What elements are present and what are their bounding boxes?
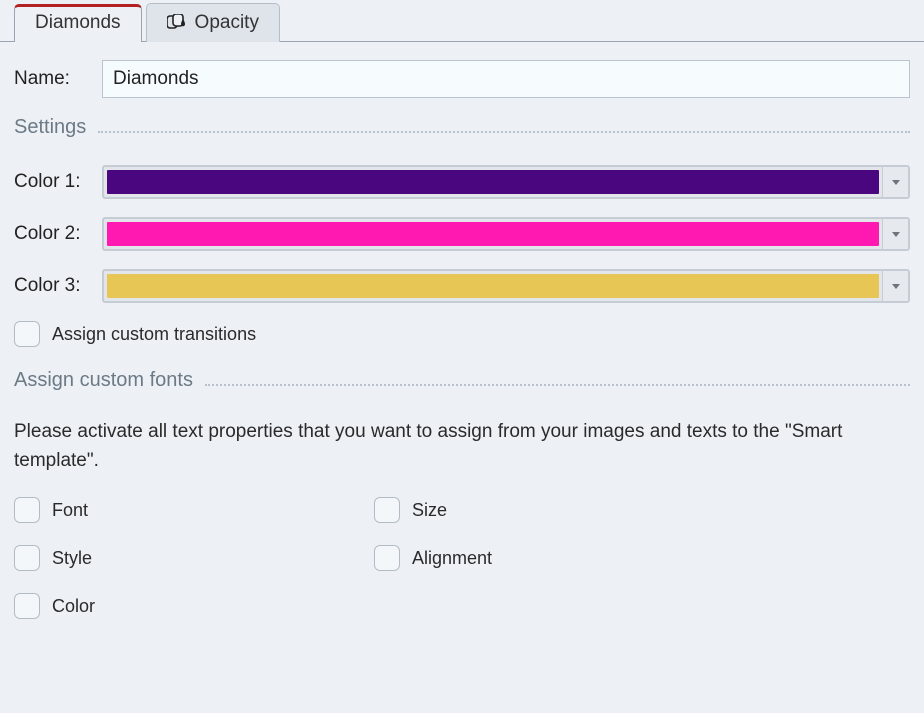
name-label: Name: bbox=[14, 68, 102, 90]
color1-swatch bbox=[107, 170, 879, 194]
section-fonts-heading: Assign custom fonts bbox=[14, 369, 910, 392]
transitions-label: Assign custom transitions bbox=[52, 324, 256, 345]
opacity-icon bbox=[167, 14, 189, 32]
font-props-grid: Font Size Style Alignment Color bbox=[14, 497, 734, 619]
tab-opacity-label: Opacity bbox=[195, 12, 259, 34]
color1-dropdown-button[interactable] bbox=[882, 167, 908, 197]
color1-row: Color 1: bbox=[14, 165, 910, 199]
font-checkbox[interactable] bbox=[14, 497, 40, 523]
size-label: Size bbox=[412, 500, 447, 521]
color-checkbox-row: Color bbox=[14, 593, 374, 619]
section-settings-heading: Settings bbox=[14, 116, 910, 139]
font-label: Font bbox=[52, 500, 88, 521]
color-label: Color bbox=[52, 596, 95, 617]
chevron-down-icon bbox=[892, 284, 900, 289]
content-panel: Name: Settings Color 1: Color 2: Color 3… bbox=[0, 42, 924, 619]
size-checkbox[interactable] bbox=[374, 497, 400, 523]
color3-row: Color 3: bbox=[14, 269, 910, 303]
color2-label: Color 2: bbox=[14, 223, 102, 245]
transitions-checkbox[interactable] bbox=[14, 321, 40, 347]
tab-bar: Diamonds Opacity bbox=[0, 0, 924, 42]
style-checkbox-row: Style bbox=[14, 545, 374, 571]
name-row: Name: bbox=[14, 60, 910, 98]
alignment-label: Alignment bbox=[412, 548, 492, 569]
size-checkbox-row: Size bbox=[374, 497, 734, 523]
alignment-checkbox[interactable] bbox=[374, 545, 400, 571]
color3-field[interactable] bbox=[102, 269, 910, 303]
style-label: Style bbox=[52, 548, 92, 569]
color3-dropdown-button[interactable] bbox=[882, 271, 908, 301]
color2-dropdown-button[interactable] bbox=[882, 219, 908, 249]
tab-diamonds[interactable]: Diamonds bbox=[14, 4, 142, 42]
alignment-checkbox-row: Alignment bbox=[374, 545, 734, 571]
tab-diamonds-label: Diamonds bbox=[35, 12, 121, 34]
color1-label: Color 1: bbox=[14, 171, 102, 193]
color3-label: Color 3: bbox=[14, 275, 102, 297]
color-checkbox[interactable] bbox=[14, 593, 40, 619]
font-checkbox-row: Font bbox=[14, 497, 374, 523]
fonts-help-text: Please activate all text properties that… bbox=[14, 418, 910, 475]
section-fonts-label: Assign custom fonts bbox=[14, 369, 193, 392]
color1-field[interactable] bbox=[102, 165, 910, 199]
transitions-checkbox-row: Assign custom transitions bbox=[14, 321, 910, 347]
color2-field[interactable] bbox=[102, 217, 910, 251]
heading-divider bbox=[205, 384, 910, 386]
section-settings-label: Settings bbox=[14, 116, 86, 139]
color2-row: Color 2: bbox=[14, 217, 910, 251]
chevron-down-icon bbox=[892, 180, 900, 185]
color2-swatch bbox=[107, 222, 879, 246]
tab-opacity[interactable]: Opacity bbox=[146, 3, 280, 42]
color3-swatch bbox=[107, 274, 879, 298]
heading-divider bbox=[98, 131, 910, 133]
style-checkbox[interactable] bbox=[14, 545, 40, 571]
name-input[interactable] bbox=[102, 60, 910, 98]
chevron-down-icon bbox=[892, 232, 900, 237]
